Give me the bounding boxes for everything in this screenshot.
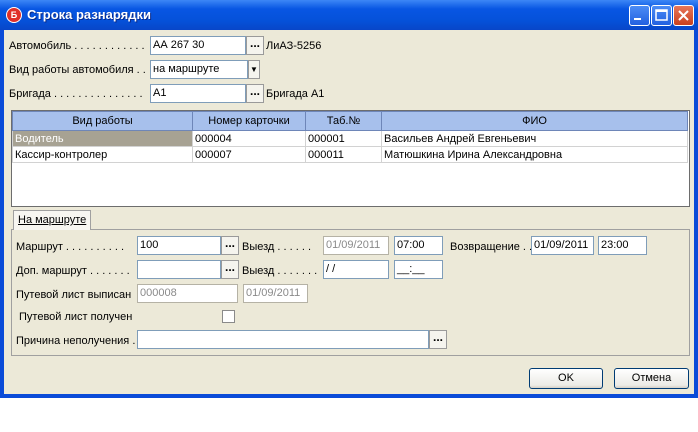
minimize-icon: [634, 18, 641, 20]
brigade-input[interactable]: А1: [150, 84, 246, 103]
table-cell[interactable]: 000001: [305, 130, 382, 147]
depart2-label: Выезд . . . . . . .: [242, 265, 318, 277]
table-cell[interactable]: 000011: [305, 146, 382, 163]
column-card-number[interactable]: Номер карточки: [192, 111, 306, 131]
extra-route-lookup-button[interactable]: ...: [221, 260, 239, 279]
waybill-issued-label: Путевой лист выписан: [16, 289, 132, 301]
table-cell[interactable]: Матюшкина Ирина Александровна: [381, 146, 688, 163]
table-cell[interactable]: 000004: [192, 130, 306, 147]
return-time-input[interactable]: 23:00: [598, 236, 647, 255]
depart-label: Выезд . . . . . .: [242, 241, 312, 253]
brigade-description: Бригада А1: [266, 88, 325, 100]
window-title: Строка разнарядки: [27, 7, 151, 22]
depart-date-field: 01/09/2011: [323, 236, 389, 255]
minimize-button[interactable]: [629, 5, 650, 26]
brigade-label: Бригада . . . . . . . . . . . . . . .: [9, 88, 143, 100]
maximize-icon: [655, 9, 668, 21]
table-cell[interactable]: Васильев Андрей Евгеньевич: [381, 130, 688, 147]
table-header: Вид работы Номер карточки Таб.№ ФИО: [12, 111, 688, 131]
extra-route-input[interactable]: [137, 260, 221, 279]
title-bar[interactable]: Б Строка разнарядки: [0, 0, 698, 30]
work-type-label: Вид работы автомобиля . .: [9, 64, 146, 76]
crew-table[interactable]: Вид работы Номер карточки Таб.№ ФИО Води…: [11, 110, 690, 207]
cancel-button[interactable]: Отмена: [614, 368, 689, 389]
vehicle-lookup-button[interactable]: ...: [246, 36, 264, 55]
route-label: Маршрут . . . . . . . . . .: [16, 241, 125, 253]
dialog-body: Автомобиль . . . . . . . . . . . . АА 26…: [4, 30, 694, 394]
table-cell[interactable]: 000007: [192, 146, 306, 163]
tab-on-route[interactable]: На маршруте: [13, 210, 91, 230]
depart2-date-input[interactable]: / /: [323, 260, 389, 279]
close-button[interactable]: [673, 5, 694, 26]
depart-time-input[interactable]: 07:00: [394, 236, 443, 255]
return-date-input[interactable]: 01/09/2011: [531, 236, 594, 255]
return-label: Возвращение . .: [450, 241, 533, 253]
reason-label: Причина неполучения .: [16, 335, 136, 347]
app-icon: Б: [6, 7, 22, 23]
extra-route-label: Доп. маршрут . . . . . . .: [16, 265, 130, 277]
table-cell[interactable]: Кассир-контролер: [12, 146, 193, 163]
column-work-type[interactable]: Вид работы: [12, 111, 193, 131]
vehicle-input[interactable]: АА 267 30: [150, 36, 246, 55]
route-input[interactable]: 100: [137, 236, 221, 255]
table-cell[interactable]: Водитель: [12, 130, 193, 147]
chevron-down-icon[interactable]: ▼: [248, 60, 260, 79]
dialog-window: Б Строка разнарядки Автомобиль . . . . .…: [0, 0, 698, 398]
table-row[interactable]: Кассир-контролер 000007 000011 Матюшкина…: [12, 146, 688, 163]
vehicle-label: Автомобиль . . . . . . . . . . . .: [9, 40, 145, 52]
waybill-received-label: Путевой лист получен: [19, 311, 133, 323]
column-tab-number[interactable]: Таб.№: [305, 111, 382, 131]
route-lookup-button[interactable]: ...: [221, 236, 239, 255]
brigade-lookup-button[interactable]: ...: [246, 84, 264, 103]
waybill-received-checkbox[interactable]: [222, 310, 235, 323]
column-full-name[interactable]: ФИО: [381, 111, 688, 131]
reason-input[interactable]: [137, 330, 429, 349]
waybill-number-field: 000008: [137, 284, 238, 303]
close-icon: [678, 10, 689, 21]
ok-button[interactable]: OK: [529, 368, 603, 389]
vehicle-description: ЛиАЗ-5256: [266, 40, 322, 52]
waybill-date-field: 01/09/2011: [243, 284, 308, 303]
reason-lookup-button[interactable]: ...: [429, 330, 447, 349]
table-row[interactable]: Водитель 000004 000001 Васильев Андрей Е…: [12, 130, 688, 147]
depart2-time-input[interactable]: __:__: [394, 260, 443, 279]
tab-on-route-label: На маршруте: [18, 214, 87, 226]
work-type-select[interactable]: на маршруте: [150, 60, 248, 79]
maximize-button[interactable]: [651, 5, 672, 26]
